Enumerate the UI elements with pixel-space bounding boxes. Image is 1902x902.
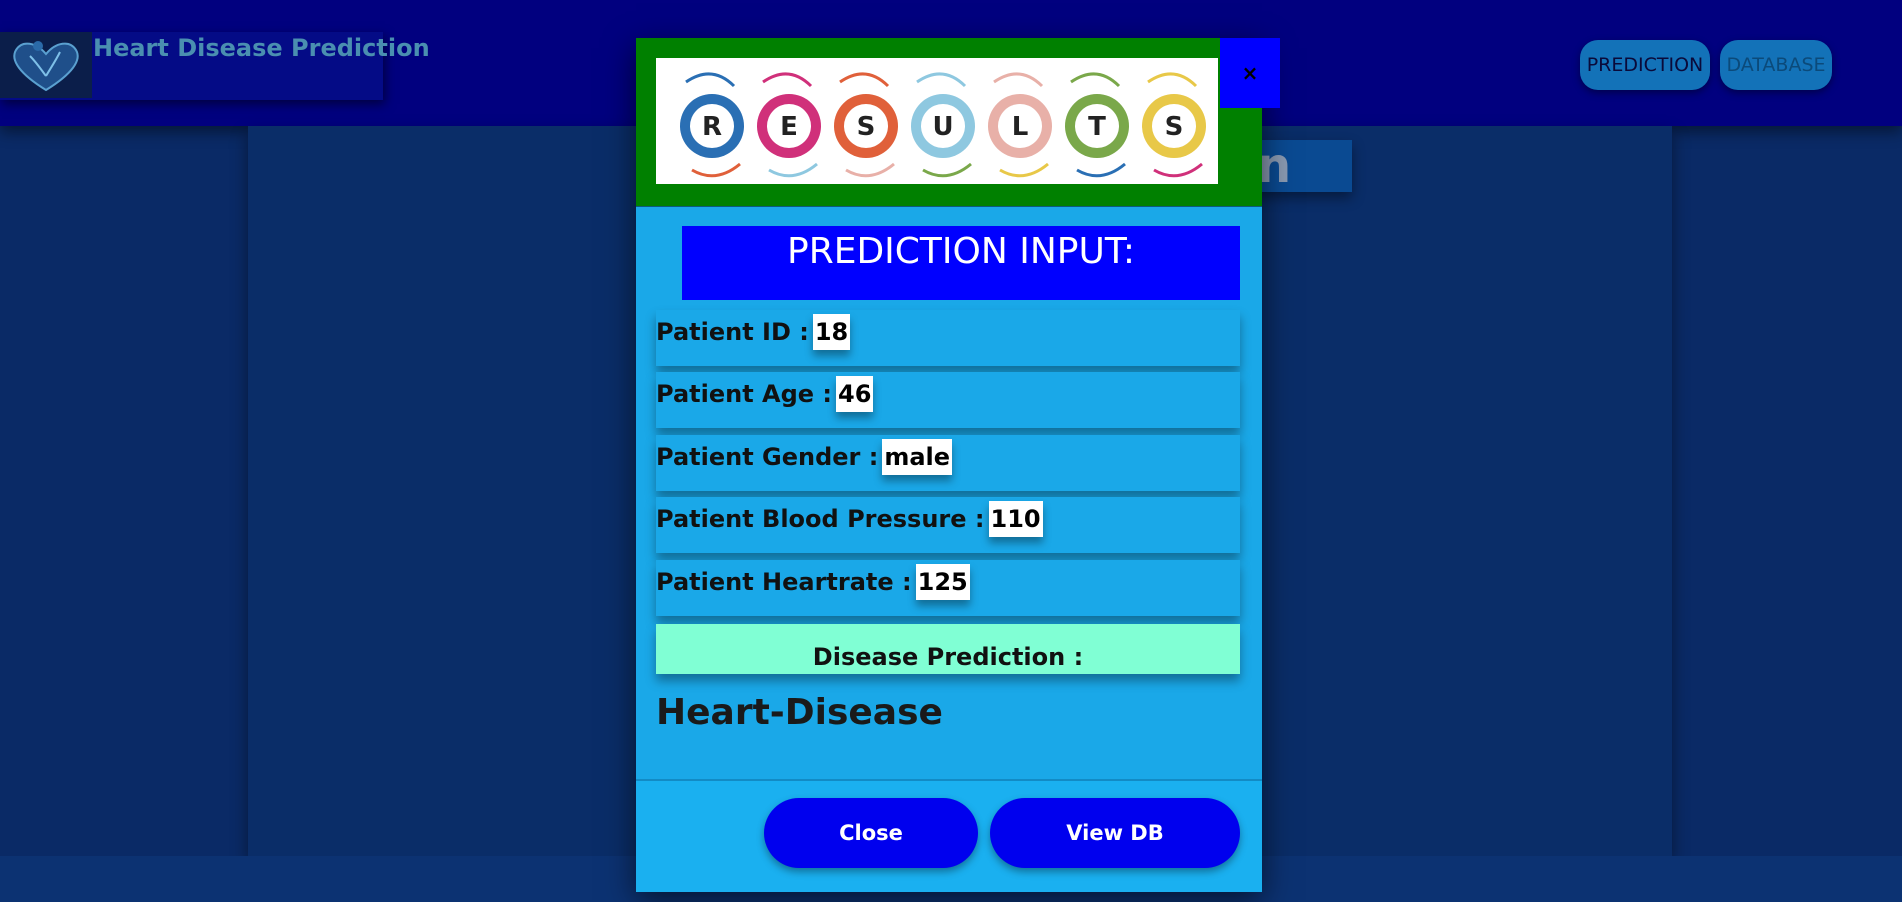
banner-swirl (839, 72, 890, 88)
banner-swirl (999, 162, 1049, 178)
close-button[interactable]: Close (764, 798, 978, 868)
nav-database-button[interactable]: DATABASE (1720, 40, 1832, 90)
banner-swirl (768, 162, 818, 178)
field-value: 110 (988, 501, 1043, 537)
banner-letter: R (702, 112, 722, 142)
field-value: male (882, 439, 953, 475)
banner-letter: S (857, 112, 876, 142)
field-patient-gender: Patient Gender : male (656, 435, 1240, 491)
disease-prediction-result: Heart-Disease (656, 692, 943, 733)
field-label: Patient Age : (656, 380, 833, 408)
banner-swirl (691, 162, 741, 178)
banner-letter: L (1012, 112, 1029, 142)
close-icon[interactable]: × (1220, 38, 1280, 108)
results-modal: R E S U L T S × PREDICTION INPUT: Patient ID :… (636, 38, 1280, 892)
banner-swirl (916, 72, 967, 88)
field-label: Patient Heartrate : (656, 568, 912, 596)
brand[interactable]: Heart Disease Prediction (0, 32, 430, 100)
banner-swirl (685, 72, 736, 88)
banner-swirl (762, 72, 813, 88)
field-patient-heartrate: Patient Heartrate :125 (656, 560, 1240, 616)
banner-letter: T (1088, 112, 1106, 142)
results-banner-image: RESULTS (656, 58, 1218, 184)
banner-swirl (1076, 162, 1126, 178)
field-label: Patient Gender : (656, 443, 879, 471)
heart-logo-icon (0, 32, 92, 98)
field-patient-blood-pressure: Patient Blood Pressure :110 (656, 497, 1240, 553)
banner-letter: E (780, 112, 798, 142)
banner-swirl (993, 72, 1044, 88)
field-value: 18 (812, 314, 851, 350)
banner-swirl (922, 162, 972, 178)
banner-swirl (1070, 72, 1121, 88)
field-label: Patient Blood Pressure : (656, 505, 985, 533)
banner-letter: S (1165, 112, 1184, 142)
field-value: 125 (915, 564, 970, 600)
banner-swirl (845, 162, 895, 178)
prediction-input-heading: PREDICTION INPUT: (682, 226, 1240, 300)
banner-letter: U (932, 112, 953, 142)
field-patient-id: Patient ID :18 (656, 310, 1240, 366)
brand-title: Heart Disease Prediction (93, 34, 430, 62)
view-db-button[interactable]: View DB (990, 798, 1240, 868)
field-patient-age: Patient Age :46 (656, 372, 1240, 428)
nav-prediction-button[interactable]: PREDICTION (1580, 40, 1710, 90)
modal-header: RESULTS (636, 38, 1262, 207)
field-label: Patient ID : (656, 318, 809, 346)
banner-swirl (1153, 162, 1203, 178)
field-value: 46 (836, 376, 874, 412)
banner-swirl (1147, 72, 1198, 88)
disease-prediction-label: Disease Prediction : (656, 624, 1240, 674)
